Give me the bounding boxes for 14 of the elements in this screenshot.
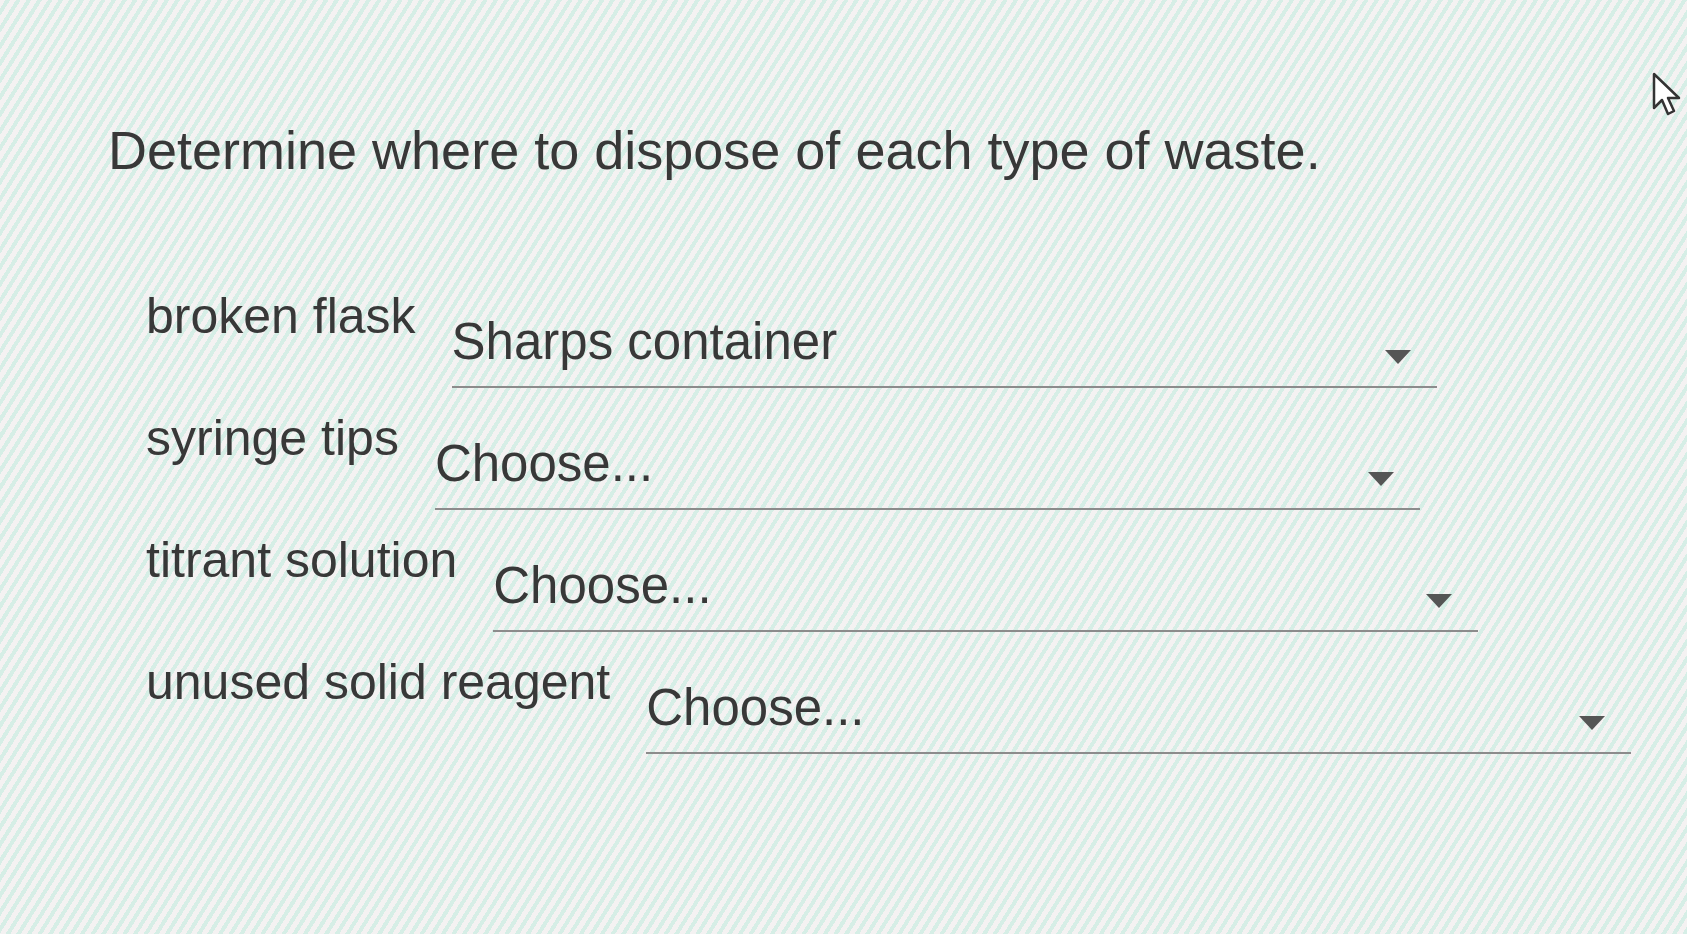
question-text: Determine where to dispose of each type of waste. bbox=[108, 119, 1321, 182]
waste-type-label: broken flask bbox=[146, 287, 416, 346]
waste-type-label: syringe tips bbox=[146, 409, 399, 468]
pointer-cursor-icon bbox=[1652, 72, 1682, 116]
caret-icon bbox=[1367, 472, 1394, 486]
caret-icon bbox=[1384, 350, 1411, 364]
disposal-dropdown[interactable]: Choose... bbox=[493, 530, 1479, 632]
disposal-dropdown[interactable]: Sharps container bbox=[451, 286, 1437, 388]
waste-type-label: titrant solution bbox=[146, 531, 458, 590]
waste-type-label: unused solid reagent bbox=[146, 653, 611, 712]
disposal-dropdown[interactable]: Choose... bbox=[434, 408, 1420, 510]
caret-icon bbox=[1426, 594, 1453, 608]
disposal-dropdown[interactable]: Choose... bbox=[646, 652, 1632, 754]
caret-icon bbox=[1579, 716, 1606, 730]
